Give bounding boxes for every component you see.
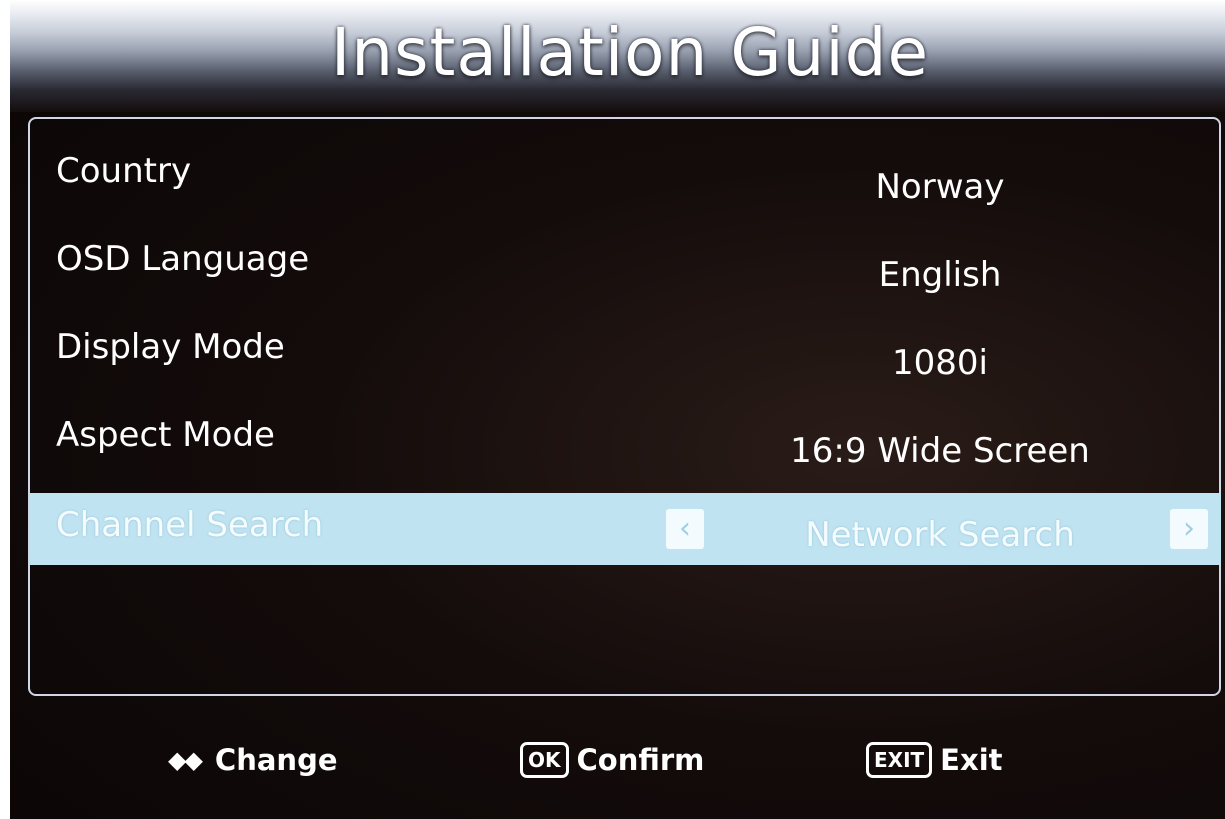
- setting-value: 1080i: [892, 343, 988, 383]
- setting-value: Network Search: [805, 515, 1075, 555]
- hint-confirm-label: Confirm: [576, 743, 705, 777]
- hint-confirm: OK Confirm: [520, 730, 704, 790]
- hint-change: ◆◆ Change: [168, 730, 338, 790]
- exit-key-icon: EXIT: [866, 742, 933, 778]
- setting-label: OSD Language: [56, 239, 310, 279]
- setting-label: Country: [56, 151, 192, 191]
- setting-row-display-mode[interactable]: Display Mode 1080i: [30, 323, 1221, 395]
- setting-row-osd-language[interactable]: OSD Language English: [30, 235, 1221, 307]
- setting-row-channel-search[interactable]: Channel Search ‹ Network Search ›: [30, 493, 1221, 565]
- left-right-arrows-icon: ◆◆: [168, 746, 203, 774]
- hint-exit-label: Exit: [940, 743, 1003, 777]
- setting-label: Channel Search: [56, 505, 324, 545]
- setting-value: English: [878, 255, 1002, 295]
- settings-panel: Country Norway OSD Language English Disp…: [28, 117, 1221, 696]
- hint-change-label: Change: [214, 743, 338, 777]
- setting-value: 16:9 Wide Screen: [790, 431, 1090, 471]
- setting-label: Aspect Mode: [56, 415, 275, 455]
- setting-row-country[interactable]: Country Norway: [30, 147, 1221, 219]
- ok-key-icon: OK: [520, 742, 569, 778]
- setting-label: Display Mode: [56, 327, 285, 367]
- setting-value: Norway: [875, 167, 1005, 207]
- right-arrow-button[interactable]: ›: [1170, 509, 1208, 549]
- tv-osd-screen: Installation Guide Country Norway OSD La…: [10, 0, 1225, 819]
- setting-row-aspect-mode[interactable]: Aspect Mode 16:9 Wide Screen: [30, 411, 1221, 483]
- left-arrow-button[interactable]: ‹: [666, 509, 704, 549]
- hint-exit: EXIT Exit: [866, 730, 1003, 790]
- page-title: Installation Guide: [330, 14, 930, 91]
- footer-hints: ◆◆ Change OK Confirm EXIT Exit: [10, 730, 1225, 790]
